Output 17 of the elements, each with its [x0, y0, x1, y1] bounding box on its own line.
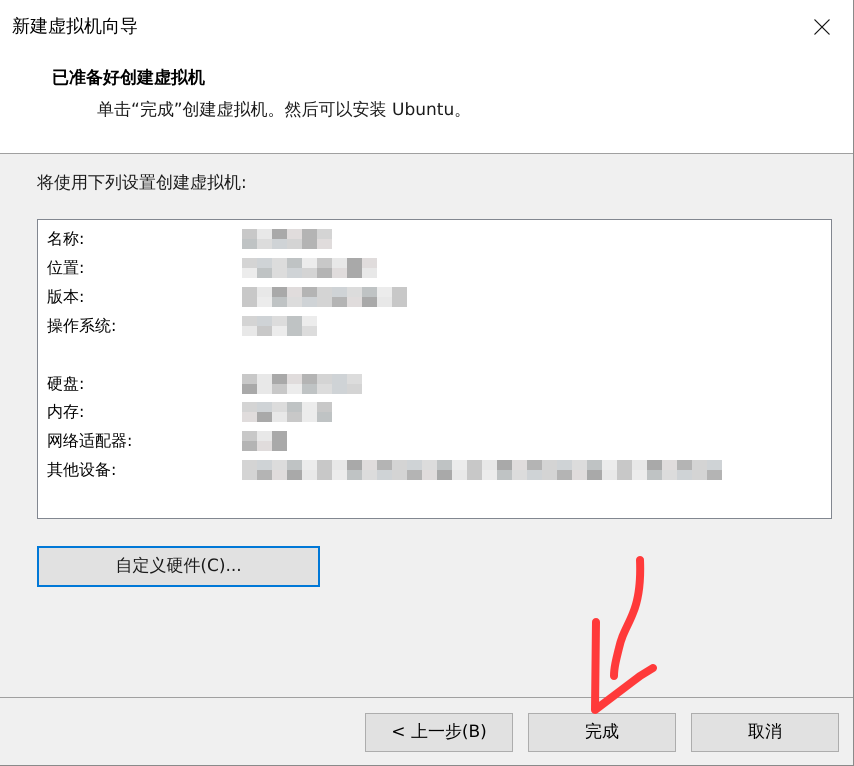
setting-label: 操作系统:	[47, 314, 118, 337]
intro-label: 将使用下列设置创建虚拟机:	[37, 172, 247, 194]
window-title: 新建虚拟机向导	[12, 15, 138, 39]
finish-button[interactable]: 完成	[528, 713, 676, 752]
setting-label: 其他设备:	[47, 458, 118, 481]
back-button[interactable]: < 上一步(B)	[365, 713, 513, 752]
setting-label: 名称:	[47, 228, 86, 250]
cancel-button[interactable]: 取消	[691, 713, 839, 752]
setting-label: 网络适配器:	[47, 430, 134, 452]
close-icon	[814, 19, 830, 35]
setting-label: 版本:	[47, 286, 86, 308]
setting-label: 位置:	[47, 257, 86, 280]
setting-label: 内存:	[47, 401, 86, 424]
setting-label: 硬盘:	[47, 372, 86, 395]
header-subtitle: 单击“完成”创建虚拟机。然后可以安装 Ubuntu。	[97, 99, 472, 122]
header-title: 已准备好创建虚拟机	[52, 67, 205, 90]
customize-hardware-button[interactable]: 自定义硬件(C)...	[37, 546, 320, 587]
